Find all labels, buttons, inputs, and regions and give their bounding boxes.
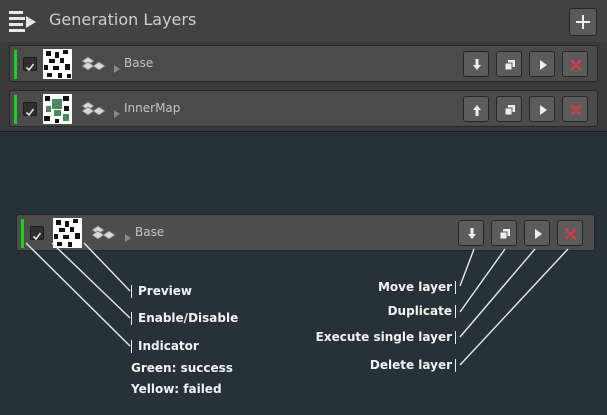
annotation-lines (25, 242, 569, 366)
annotation-bar (455, 359, 456, 372)
annotation-bar (455, 331, 456, 344)
label-execute-single-layer: Execute single layer (315, 330, 452, 344)
label-yellow-failed: Yellow: failed (131, 382, 222, 396)
label-enable-disable: Enable/Disable (138, 311, 239, 325)
label-move-layer: Move layer (377, 280, 452, 294)
annotation-bar (131, 285, 132, 298)
annotation-bar (455, 281, 456, 294)
annotation-bar (455, 305, 456, 318)
annotation-bar (131, 312, 132, 325)
label-indicator: Indicator (138, 339, 199, 353)
label-preview: Preview (138, 284, 193, 298)
annotation-bar (131, 340, 132, 353)
label-delete-layer: Delete layer (369, 358, 452, 372)
label-green-success: Green: success (131, 361, 233, 375)
label-duplicate: Duplicate (387, 304, 452, 318)
